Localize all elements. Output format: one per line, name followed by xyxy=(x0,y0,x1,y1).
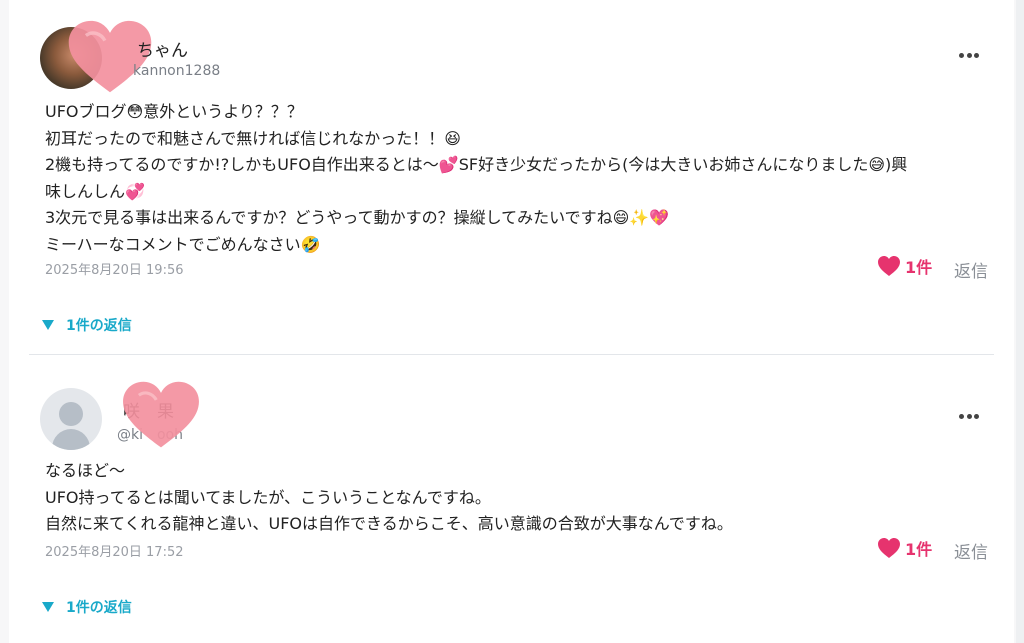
comments-panel: ちゃん kannon1288 UFOブログ😳意外というより？？？ 初耳だったので… xyxy=(9,0,1014,643)
replies-count-label: 1件の返信 xyxy=(66,600,132,616)
heart-icon xyxy=(878,256,900,276)
comment-line: 3次元で見る事は出来るんですか？どうやって動かすの？操縦してみたいですね😄✨💖 xyxy=(45,208,670,227)
replies-toggle[interactable]: 1件の返信 xyxy=(42,315,132,335)
avatar[interactable] xyxy=(40,388,102,450)
like-count: 1件 xyxy=(905,258,933,277)
triangle-down-icon xyxy=(42,320,54,330)
comment-line: UFOブログ😳意外というより？？？ xyxy=(45,102,303,121)
comment-line: 2機も持ってるのですか!?しかもUFO自作出来るとは〜💕SF好き少女だったから(… xyxy=(45,155,908,174)
comment-line: ミーハーなコメントでごめんなさい🤣 xyxy=(45,234,321,254)
like-count: 1件 xyxy=(905,540,933,559)
comment-line: なるほど〜 xyxy=(45,461,126,480)
more-horizontal-icon[interactable] xyxy=(955,45,983,65)
reply-button[interactable]: 返信 xyxy=(954,257,988,282)
triangle-down-icon xyxy=(42,602,54,612)
scroll-gutter xyxy=(1016,0,1024,643)
comment-timestamp: 2025年8月20日 19:56 xyxy=(45,263,184,278)
comment-item: 咲 果 @ki ooh なるほど〜 UFO持ってるとは聞いてましたが、こういうこ… xyxy=(9,355,1014,643)
comment-body: なるほど〜 UFO持ってるとは聞いてましたが、こういうことなんですね。 自然に来… xyxy=(45,458,995,538)
heart-sticker-icon xyxy=(123,381,199,448)
replies-toggle[interactable]: 1件の返信 xyxy=(42,597,132,617)
reply-button[interactable]: 返信 xyxy=(954,538,988,563)
heart-icon xyxy=(878,538,900,558)
like-button[interactable]: 1件 xyxy=(877,536,932,560)
comment-line: 味しんしん💞 xyxy=(45,181,145,201)
user-handle: kannon1288 xyxy=(133,63,221,79)
comment-line: 初耳だったので和魅さんで無ければ信じれなかった！！😆 xyxy=(45,128,461,148)
like-button[interactable]: 1件 xyxy=(877,254,932,278)
comment-line: 自然に来てくれる龍神と違い、UFOは自作できるからこそ、高い意識の合致が大事なん… xyxy=(45,514,733,533)
comment-timestamp: 2025年8月20日 17:52 xyxy=(45,545,184,560)
user-name[interactable]: ちゃん xyxy=(137,36,188,61)
comment-item: ちゃん kannon1288 UFOブログ😳意外というより？？？ 初耳だったので… xyxy=(9,0,1014,354)
user-silhouette-icon xyxy=(59,402,83,426)
comment-body: UFOブログ😳意外というより？？？ 初耳だったので和魅さんで無ければ信じれなかっ… xyxy=(45,99,995,258)
comment-line: UFO持ってるとは聞いてましたが、こういうことなんですね。 xyxy=(45,487,491,507)
replies-count-label: 1件の返信 xyxy=(66,318,132,334)
more-horizontal-icon[interactable] xyxy=(955,406,983,426)
